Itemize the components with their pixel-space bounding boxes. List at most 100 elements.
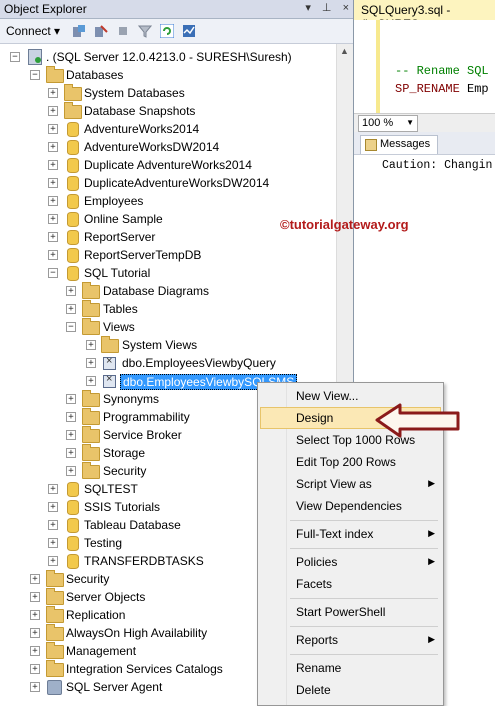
expand-icon[interactable]: + [48,214,58,224]
folder-icon [82,426,100,443]
expand-icon[interactable]: + [48,250,58,260]
stop-icon[interactable] [116,24,130,38]
menu-separator [290,548,438,549]
folder-icon [46,570,64,587]
code-area[interactable]: -- Rename SQL SP_RENAME Emp [354,20,495,113]
collapse-icon[interactable]: − [66,322,76,332]
messages-icon [365,139,377,151]
code-line-comment: -- Rename SQL [395,64,489,78]
expand-icon[interactable]: + [48,178,58,188]
database-icon [67,482,79,497]
change-margin [376,20,380,113]
database-icon [67,176,79,191]
disconnect-icon[interactable] [94,24,108,38]
menu-item-script-view[interactable]: Script View as ▶ [260,473,441,495]
expand-icon[interactable]: + [48,538,58,548]
menu-item-edit-top[interactable]: Edit Top 200 Rows [260,451,441,473]
expand-icon[interactable]: + [66,466,76,476]
database-icon [67,212,79,227]
database-icon [67,518,79,533]
expand-icon[interactable]: + [66,286,76,296]
tab-messages[interactable]: Messages [360,135,438,154]
close-icon[interactable]: × [343,2,349,14]
scroll-up-icon[interactable]: ▲ [340,46,349,56]
expand-icon[interactable]: + [86,340,96,350]
tab-query[interactable]: SQLQuery3.sql - (l...SURES [354,0,495,31]
expand-icon[interactable]: + [86,358,96,368]
expand-icon[interactable]: + [48,88,58,98]
server-icon [28,49,42,65]
tab-label: Messages [380,138,431,150]
folder-icon [101,336,119,353]
expand-icon[interactable]: + [30,682,40,692]
menu-item-fulltext-index[interactable]: Full-Text index ▶ [260,523,441,545]
folder-icon [64,102,82,119]
database-icon [67,554,79,569]
dropdown-icon[interactable]: ▾ [305,2,311,14]
expand-icon[interactable]: + [48,142,58,152]
folder-icon [82,300,100,317]
expand-icon[interactable]: + [30,610,40,620]
connect-db-icon[interactable] [72,24,86,38]
menu-item-facets[interactable]: Facets [260,573,441,595]
zoom-select[interactable]: 100 % ▼ [358,115,418,132]
connect-button[interactable]: Connect ▾ [6,24,60,38]
expand-icon[interactable]: + [30,646,40,656]
database-icon [67,194,79,209]
expand-icon[interactable]: + [48,232,58,242]
results-tabbar: Messages [354,132,495,155]
panel-title: Object Explorer [4,2,87,16]
folder-icon [46,606,64,623]
folder-icon [82,408,100,425]
expand-icon[interactable]: + [30,628,40,638]
code-text: Emp [459,82,489,96]
filter-icon[interactable] [137,24,153,38]
menu-item-policies[interactable]: Policies ▶ [260,551,441,573]
collapse-icon[interactable]: − [30,70,40,80]
menu-item-view-dependencies[interactable]: View Dependencies [260,495,441,517]
expand-icon[interactable]: + [66,394,76,404]
menu-item-rename[interactable]: Rename [260,657,441,679]
expand-icon[interactable]: + [30,574,40,584]
database-icon [67,122,79,137]
database-icon [67,266,79,281]
database-icon [67,248,79,263]
activity-monitor-icon[interactable] [182,24,196,38]
pin-icon[interactable]: ⊥ [322,2,332,14]
expand-icon[interactable]: + [48,106,58,116]
message-output: Caution: Changin [382,159,493,172]
database-icon [67,230,79,245]
database-icon [67,536,79,551]
expand-icon[interactable]: + [30,664,40,674]
folder-icon [46,642,64,659]
submenu-arrow-icon: ▶ [428,528,435,538]
expand-icon[interactable]: + [48,520,58,530]
folder-icon [82,390,100,407]
expand-icon[interactable]: + [66,448,76,458]
expand-icon[interactable]: + [66,304,76,314]
menu-item-delete[interactable]: Delete [260,679,441,701]
collapse-icon[interactable]: − [10,52,20,62]
folder-icon [46,660,64,677]
code-keyword: SP_RENAME [395,82,460,96]
menu-separator [290,598,438,599]
menu-item-start-powershell[interactable]: Start PowerShell [260,601,441,623]
expand-icon[interactable]: + [86,376,96,386]
menu-item-reports[interactable]: Reports ▶ [260,629,441,651]
expand-icon[interactable]: + [48,556,58,566]
expand-icon[interactable]: + [48,160,58,170]
folder-icon [82,318,100,335]
expand-icon[interactable]: + [48,196,58,206]
refresh-icon[interactable] [159,23,175,39]
submenu-arrow-icon: ▶ [428,478,435,488]
folder-icon [82,462,100,479]
expand-icon[interactable]: + [48,124,58,134]
zoom-value: 100 % [362,117,394,129]
expand-icon[interactable]: + [66,412,76,422]
expand-icon[interactable]: + [30,592,40,602]
folder-icon [46,66,64,83]
expand-icon[interactable]: + [66,430,76,440]
expand-icon[interactable]: + [48,484,58,494]
expand-icon[interactable]: + [48,502,58,512]
collapse-icon[interactable]: − [48,268,58,278]
